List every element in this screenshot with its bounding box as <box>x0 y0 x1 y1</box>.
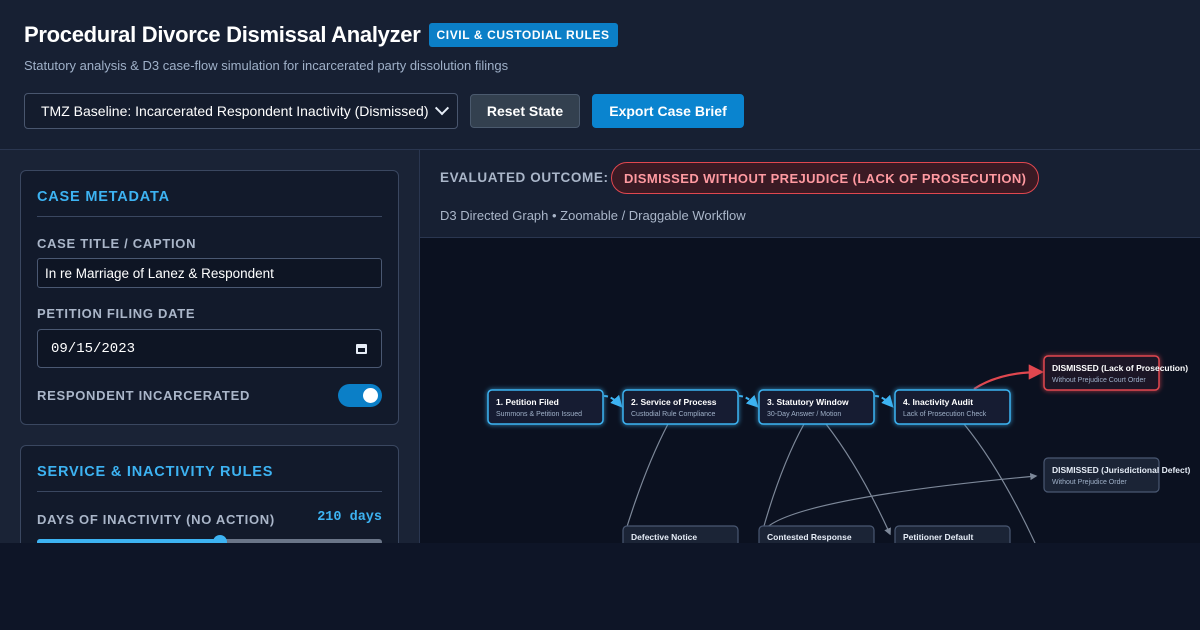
rules-badge: CIVIL & CUSTODIAL RULES <box>428 23 618 47</box>
calendar-icon[interactable] <box>356 343 367 354</box>
service-inactivity-title: SERVICE & INACTIVITY RULES <box>37 464 274 480</box>
export-case-brief-button[interactable]: Export Case Brief <box>592 94 744 128</box>
title-row: Procedural Divorce Dismissal Analyzer CI… <box>24 22 618 48</box>
case-caption-value: In re Marriage of Lanez & Respondent <box>45 265 274 281</box>
incarcerated-toggle[interactable] <box>338 384 382 407</box>
edge-window-default <box>825 423 891 536</box>
graph-caption: D3 Directed Graph • Zoomable / Draggable… <box>440 208 746 223</box>
case-metadata-title: CASE METADATA <box>37 189 170 205</box>
chevron-down-icon <box>434 101 450 116</box>
node-subtitle: Without Prejudice Court Order <box>1052 377 1146 384</box>
node-title: 4. Inactivity Audit <box>903 397 973 407</box>
scenario-select[interactable]: TMZ Baseline: Incarcerated Respondent In… <box>24 93 458 129</box>
node-petition-filed[interactable]: 1. Petition Filed Summons & Petition Iss… <box>487 389 604 425</box>
node-subtitle: 30-Day Answer / Motion <box>767 411 841 418</box>
divider <box>37 491 382 492</box>
slider-fill <box>37 539 220 543</box>
node-title: Petitioner Default <box>903 532 974 542</box>
node-title: DISMISSED (Jurisdictional Defect) <box>1052 465 1191 475</box>
toolbar: TMZ Baseline: Incarcerated Respondent In… <box>24 93 744 129</box>
app-window: Procedural Divorce Dismissal Analyzer CI… <box>0 0 1200 543</box>
node-inactivity-audit[interactable]: 4. Inactivity Audit Lack of Prosecution … <box>894 389 1011 425</box>
page-header: Procedural Divorce Dismissal Analyzer CI… <box>0 0 1200 150</box>
reset-state-button[interactable]: Reset State <box>470 94 580 128</box>
incarcerated-label: RESPONDENT INCARCERATED <box>37 388 251 403</box>
node-title: 3. Statutory Window <box>767 397 849 407</box>
node-dismissed-lack-of-prosecution[interactable]: DISMISSED (Lack of Prosecution) Without … <box>1043 355 1188 391</box>
toggle-knob <box>363 388 378 403</box>
edge-audit-branch <box>963 423 1036 543</box>
outcome-bar: EVALUATED OUTCOME: DISMISSED WITHOUT PRE… <box>420 150 1200 238</box>
node-subtitle: Lack of Prosecution Check <box>903 411 987 418</box>
node-dismissed-jurisdictional[interactable]: DISMISSED (Jurisdictional Defect) Withou… <box>1043 457 1191 493</box>
slider-thumb[interactable] <box>212 535 227 543</box>
page-title: Procedural Divorce Dismissal Analyzer <box>24 22 421 47</box>
node-title: Contested Response <box>767 532 852 542</box>
node-service-of-process[interactable]: 2. Service of Process Custodial Rule Com… <box>622 389 739 425</box>
node-petitioner-default[interactable]: Petitioner Default <box>894 525 1011 543</box>
edge-window-audit <box>874 394 894 408</box>
node-title: Defective Notice <box>631 532 697 542</box>
filing-date-label: PETITION FILING DATE <box>37 306 196 321</box>
node-title: 1. Petition Filed <box>496 397 559 407</box>
case-metadata-card: CASE METADATA CASE TITLE / CAPTION In re… <box>20 170 399 425</box>
edge-service-defective <box>624 423 669 534</box>
case-flow-graph[interactable]: 1. Petition Filed Summons & Petition Iss… <box>420 238 1200 543</box>
filing-date-value: 09/15/2023 <box>51 340 136 357</box>
days-inactivity-slider[interactable] <box>37 535 382 543</box>
graph-panel: EVALUATED OUTCOME: DISMISSED WITHOUT PRE… <box>420 150 1200 543</box>
edge-audit-dismissed <box>973 364 1045 390</box>
page-subtitle: Statutory analysis & D3 case-flow simula… <box>24 58 509 73</box>
node-statutory-window[interactable]: 3. Statutory Window 30-Day Answer / Moti… <box>758 389 875 425</box>
node-title: 2. Service of Process <box>631 397 717 407</box>
service-inactivity-card: SERVICE & INACTIVITY RULES DAYS OF INACT… <box>20 445 399 543</box>
sidebar: CASE METADATA CASE TITLE / CAPTION In re… <box>0 150 420 543</box>
node-defective-notice[interactable]: Defective Notice <box>622 525 739 543</box>
outcome-status-badge: DISMISSED WITHOUT PREJUDICE (LACK OF PRO… <box>611 162 1040 194</box>
edge-contested-jurisdictional <box>761 472 1038 534</box>
node-subtitle: Summons & Petition Issued <box>496 411 582 418</box>
node-title: DISMISSED (Lack of Prosecution) <box>1052 363 1188 373</box>
node-subtitle: Without Prejudice Order <box>1052 479 1127 486</box>
edge-service-window <box>738 394 759 408</box>
outcome-label: EVALUATED OUTCOME: <box>440 170 609 185</box>
case-caption-label: CASE TITLE / CAPTION <box>37 236 197 251</box>
scenario-select-value: TMZ Baseline: Incarcerated Respondent In… <box>41 103 429 119</box>
node-contested-response[interactable]: Contested Response <box>758 525 875 543</box>
days-inactivity-label: DAYS OF INACTIVITY (NO ACTION) <box>37 512 275 527</box>
filing-date-input[interactable]: 09/15/2023 <box>37 329 382 368</box>
case-caption-input[interactable]: In re Marriage of Lanez & Respondent <box>37 258 382 288</box>
edge-filed-service <box>603 394 623 408</box>
node-subtitle: Custodial Rule Compliance <box>631 411 716 418</box>
edge-window-contested <box>761 423 805 534</box>
days-inactivity-value: 210 days <box>317 510 382 525</box>
divider <box>37 216 382 217</box>
